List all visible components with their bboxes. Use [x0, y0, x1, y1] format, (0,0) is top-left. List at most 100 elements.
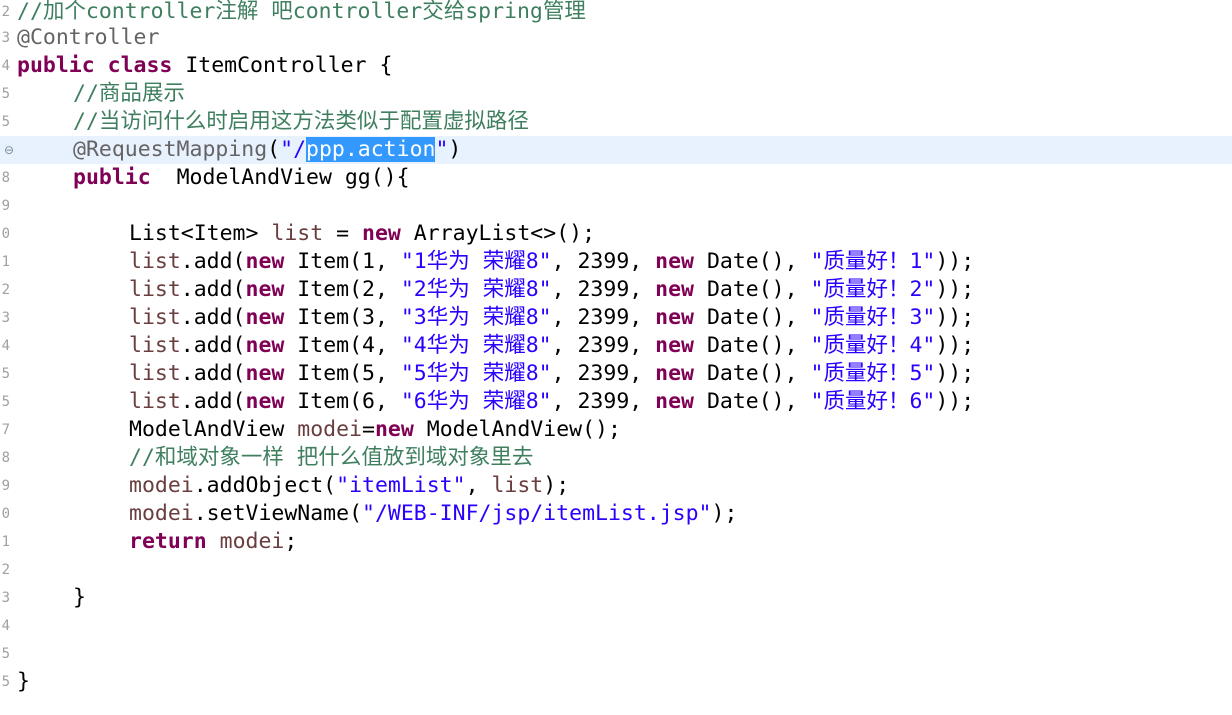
line-number: 0	[1, 226, 10, 242]
line-number: 4	[1, 618, 10, 634]
comment: //和域对象一样 把什么值放到域对象里去	[129, 445, 534, 470]
code-text: , 2399,	[551, 389, 656, 414]
code-line-6-current[interactable]: ⊖ @RequestMapping("/ppp.action")	[0, 136, 1232, 164]
code-text: .add(	[180, 361, 246, 386]
keyword-new: new	[655, 249, 694, 274]
code-line-3[interactable]: 4 public class ItemController {	[0, 52, 1232, 80]
code-text: );	[543, 473, 570, 498]
keyword-new: new	[362, 221, 401, 246]
code-line-20[interactable]: 1 return modei;	[0, 528, 1232, 556]
string-literal: "4华为 荣耀8"	[400, 333, 552, 358]
line-number: 3	[1, 590, 10, 606]
annotation: @RequestMapping	[73, 137, 268, 162]
line-number: 5	[1, 394, 10, 410]
code-line-9[interactable]: 0 List<Item> list = new ArrayList<>();	[0, 220, 1232, 248]
code-line-5[interactable]: 5 //当访问什么时启用这方法类似于配置虚拟路径	[0, 108, 1232, 136]
code-line-1[interactable]: 2 //加个controller注解 吧controller交给spring管理	[0, 0, 1232, 26]
string-start: "/	[280, 137, 307, 162]
keyword-new: new	[245, 277, 285, 302]
string-literal: "质量好！3"	[810, 305, 936, 330]
line-number: 8	[1, 170, 10, 186]
code-line-21[interactable]: 2	[0, 556, 1232, 584]
closing-brace: }	[73, 585, 86, 610]
code-text: =	[362, 417, 375, 442]
code-line-23[interactable]: 4	[0, 612, 1232, 640]
code-text: ));	[935, 333, 975, 358]
code-text: .add(	[180, 389, 246, 414]
code-text: ));	[935, 305, 975, 330]
keyword-new: new	[655, 389, 694, 414]
field-list: list	[129, 249, 181, 274]
line-number: 5	[1, 674, 10, 690]
code-text: , 2399,	[551, 277, 656, 302]
line-number: 3	[1, 30, 10, 46]
code-line-22[interactable]: 3 }	[0, 584, 1232, 612]
code-text: .add(	[180, 277, 246, 302]
keyword-new: new	[245, 389, 285, 414]
string-literal: "5华为 荣耀8"	[400, 361, 552, 386]
keyword-return: return	[129, 529, 207, 554]
code-text: Date(),	[694, 361, 811, 386]
keyword-new: new	[655, 305, 694, 330]
field-list: list	[129, 305, 181, 330]
keyword-new: new	[374, 417, 414, 442]
code-line-10[interactable]: 1 list.add(new Item(1, "1华为 荣耀8", 2399, …	[0, 248, 1232, 276]
line-number: 5	[1, 646, 10, 662]
field-list: list	[129, 277, 181, 302]
code-text: Item(3,	[284, 305, 401, 330]
code-text: Date(),	[694, 333, 811, 358]
code-text: ;	[284, 529, 298, 554]
line-number: 4	[1, 338, 10, 354]
code-line-19[interactable]: 0 modei.setViewName("/WEB-INF/jsp/itemLi…	[0, 500, 1232, 528]
text-selection[interactable]: ppp.action	[306, 137, 436, 162]
code-line-13[interactable]: 4 list.add(new Item(4, "4华为 荣耀8", 2399, …	[0, 332, 1232, 360]
code-line-4[interactable]: 5 //商品展示	[0, 80, 1232, 108]
line-number: 5	[1, 86, 10, 102]
code-line-2[interactable]: 3 @Controller	[0, 24, 1232, 52]
method-declaration: ModelAndView gg(){	[176, 165, 410, 190]
code-line-16[interactable]: 7 ModelAndView modei=new ModelAndView();	[0, 416, 1232, 444]
line-number: 9	[1, 478, 10, 494]
code-text: ModelAndView	[129, 417, 298, 442]
comment: //商品展示	[73, 81, 185, 106]
code-line-18[interactable]: 9 modei.addObject("itemList", list);	[0, 472, 1232, 500]
keyword-new: new	[245, 333, 285, 358]
code-line-12[interactable]: 3 list.add(new Item(3, "3华为 荣耀8", 2399, …	[0, 304, 1232, 332]
keyword-new: new	[245, 305, 285, 330]
code-line-24[interactable]: 5	[0, 640, 1232, 668]
code-line-15[interactable]: 5 list.add(new Item(6, "6华为 荣耀8", 2399, …	[0, 388, 1232, 416]
fold-collapse-icon[interactable]: ⊖	[0, 136, 14, 164]
code-line-7[interactable]: 8 public ModelAndView gg(){	[0, 164, 1232, 192]
string-literal: "3华为 荣耀8"	[400, 305, 552, 330]
line-number: 7	[1, 422, 10, 438]
line-number: 5	[1, 114, 10, 130]
string-end: "	[435, 137, 449, 162]
keyword-public: public	[73, 165, 151, 190]
code-text: =	[323, 221, 363, 246]
keyword-new: new	[245, 249, 285, 274]
keyword-new: new	[655, 277, 694, 302]
code-text: );	[711, 501, 738, 526]
code-line-8[interactable]: 9	[0, 192, 1232, 220]
code-editor[interactable]: 2 //加个controller注解 吧controller交给spring管理…	[0, 0, 1232, 715]
paren-open: (	[267, 137, 281, 162]
closing-brace: }	[17, 669, 30, 694]
keyword-new: new	[245, 361, 285, 386]
field-list: list	[129, 389, 181, 414]
code-line-17[interactable]: 8 //和域对象一样 把什么值放到域对象里去	[0, 444, 1232, 472]
code-text: ));	[935, 361, 975, 386]
annotation: @Controller	[17, 25, 160, 50]
string-literal: "质量好！6"	[810, 389, 936, 414]
code-text: .setViewName(	[193, 501, 363, 526]
code-line-25[interactable]: 5 }	[0, 668, 1232, 696]
code-text: ));	[935, 389, 975, 414]
comment: //当访问什么时启用这方法类似于配置虚拟路径	[73, 109, 529, 134]
code-line-14[interactable]: 5 list.add(new Item(5, "5华为 荣耀8", 2399, …	[0, 360, 1232, 388]
code-text: Date(),	[694, 277, 811, 302]
code-text: Item(5,	[284, 361, 401, 386]
code-text: , 2399,	[551, 305, 656, 330]
string-literal: "6华为 荣耀8"	[400, 389, 552, 414]
line-number: 9	[1, 198, 10, 214]
code-line-11[interactable]: 2 list.add(new Item(2, "2华为 荣耀8", 2399, …	[0, 276, 1232, 304]
string-literal: "/WEB-INF/jsp/itemList.jsp"	[362, 501, 712, 526]
